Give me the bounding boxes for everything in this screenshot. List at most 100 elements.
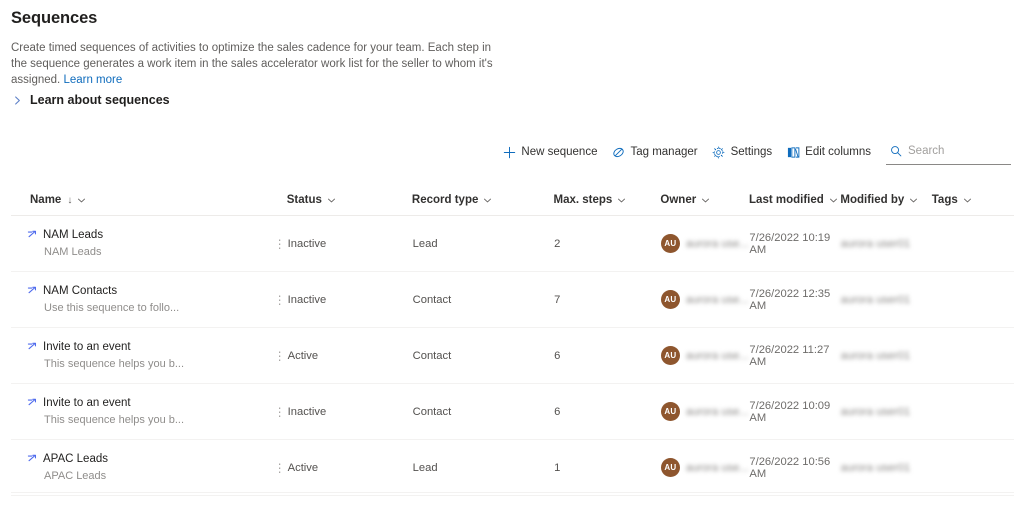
name-line: NAM Contacts (27, 285, 264, 299)
cell-tags (932, 272, 1014, 327)
cell-name[interactable]: APAC Leads APAC Leads ⋮ (11, 440, 288, 495)
chevron-right-icon (10, 93, 24, 107)
cell-record-type: Contact (413, 384, 554, 439)
table-row[interactable]: NAM Leads NAM Leads ⋮ Inactive Lead 2 AU… (11, 216, 1014, 272)
tag-icon (611, 145, 625, 159)
record-type-value: Lead (412, 237, 438, 250)
table-row[interactable]: Invite to an event This sequence helps y… (11, 384, 1014, 440)
cell-status: Active (288, 328, 413, 383)
sequences-page: Sequences Create timed sequences of acti… (0, 0, 1025, 505)
learn-more-link[interactable]: Learn more (63, 74, 122, 86)
sequence-subtitle: This sequence helps you b... (44, 414, 185, 426)
sequence-subtitle: NAM Leads (44, 246, 102, 258)
tag-manager-button[interactable]: Tag manager (604, 139, 704, 165)
name-block: NAM Leads NAM Leads (27, 229, 264, 258)
avatar: AU (660, 290, 680, 309)
cell-last-modified: 7/26/2022 10:56 AM (749, 440, 840, 495)
column-header-record-type[interactable]: Record type (412, 185, 554, 215)
chevron-down-icon (909, 196, 918, 205)
table-row[interactable]: NAM Contacts Use this sequence to follo.… (11, 272, 1014, 328)
more-vertical-icon[interactable]: ⋮ (272, 289, 288, 311)
edit-columns-button[interactable]: Edit columns (779, 139, 878, 165)
cell-tags (932, 328, 1014, 383)
sequence-icon (27, 286, 40, 299)
table-row[interactable]: Invite to an event This sequence helps y… (11, 328, 1014, 384)
cell-record-type: Contact (413, 272, 554, 327)
learn-about-sequences-label: Learn about sequences (30, 93, 170, 107)
last-modified-value: 7/26/2022 10:56 AM (749, 455, 831, 480)
settings-button[interactable]: Settings (705, 139, 780, 165)
sequence-name: APAC Leads (43, 453, 108, 465)
column-header-status[interactable]: Status (287, 185, 412, 215)
chevron-down-icon (829, 196, 838, 205)
cell-owner: AU aurora use... (660, 384, 750, 439)
cell-name[interactable]: NAM Leads NAM Leads ⋮ (11, 216, 288, 271)
tag-manager-label: Tag manager (630, 146, 698, 158)
search-box[interactable] (886, 139, 1025, 165)
owner-name: aurora use... (685, 349, 749, 362)
cell-name[interactable]: Invite to an event This sequence helps y… (11, 384, 288, 439)
grid-body: NAM Leads NAM Leads ⋮ Inactive Lead 2 AU… (11, 216, 1014, 496)
cell-owner: AU aurora use... (660, 328, 750, 383)
max-steps-value: 6 (554, 349, 561, 362)
plus-icon (502, 145, 516, 159)
chevron-down-icon (77, 196, 86, 205)
column-header-max-steps-label: Max. steps (553, 194, 613, 206)
column-header-max-steps[interactable]: Max. steps (554, 185, 661, 215)
max-steps-value: 1 (554, 461, 561, 474)
owner-name: aurora use... (685, 461, 749, 474)
cell-owner: AU aurora use... (660, 440, 750, 495)
page-title: Sequences (11, 9, 98, 27)
command-bar: New sequence Tag manager Settings Edit c… (495, 139, 1025, 165)
more-vertical-icon[interactable]: ⋮ (272, 233, 288, 255)
new-sequence-button[interactable]: New sequence (495, 139, 604, 165)
cell-tags (932, 216, 1014, 271)
cell-name[interactable]: Invite to an event This sequence helps y… (11, 328, 288, 383)
cell-owner: AU aurora use... (660, 272, 750, 327)
cell-max-steps: 6 (554, 384, 661, 439)
cell-modified-by: aurora user01 (841, 216, 932, 271)
edit-columns-label: Edit columns (805, 146, 871, 158)
cell-max-steps: 6 (554, 328, 661, 383)
cell-last-modified: 7/26/2022 10:09 AM (749, 384, 840, 439)
status-value: Inactive (287, 237, 327, 250)
more-vertical-icon[interactable]: ⋮ (272, 457, 288, 479)
modified-by-value: aurora user01 (840, 293, 911, 306)
record-type-value: Contact (412, 349, 452, 362)
max-steps-value: 7 (554, 293, 561, 306)
cell-name[interactable]: NAM Contacts Use this sequence to follo.… (11, 272, 288, 327)
grid-bottom-divider (11, 492, 1014, 493)
modified-by-value: aurora user01 (840, 405, 911, 418)
cell-modified-by: aurora user01 (841, 272, 932, 327)
learn-about-sequences-accordion[interactable]: Learn about sequences (10, 93, 170, 107)
last-modified-value: 7/26/2022 11:27 AM (749, 343, 830, 368)
settings-label: Settings (730, 146, 773, 158)
owner: AU aurora use... (660, 346, 749, 365)
column-header-tags[interactable]: Tags (932, 185, 1014, 215)
more-vertical-icon[interactable]: ⋮ (272, 345, 288, 367)
column-header-name[interactable]: Name ↓ (11, 185, 287, 215)
column-header-last-modified[interactable]: Last modified (749, 185, 840, 215)
column-header-owner[interactable]: Owner (660, 185, 749, 215)
column-header-status-label: Status (286, 194, 322, 206)
cell-owner: AU aurora use... (660, 216, 750, 271)
column-header-last-modified-label: Last modified (749, 194, 824, 206)
avatar: AU (660, 402, 680, 421)
table-row[interactable]: APAC Leads APAC Leads ⋮ Active Lead 1 AU… (11, 440, 1014, 496)
modified-by-value: aurora user01 (840, 349, 911, 362)
cell-status: Inactive (288, 216, 413, 271)
column-header-modified-by[interactable]: Modified by (840, 185, 931, 215)
more-vertical-icon[interactable]: ⋮ (272, 401, 288, 423)
owner-name: aurora use... (685, 405, 749, 418)
search-input[interactable] (908, 141, 1025, 161)
sequence-name: NAM Contacts (43, 285, 118, 297)
last-modified-value: 7/26/2022 10:19 AM (749, 231, 831, 256)
sort-ascending-icon: ↓ (67, 194, 73, 206)
cell-modified-by: aurora user01 (841, 384, 932, 439)
sequence-name: Invite to an event (43, 397, 131, 409)
owner: AU aurora use... (660, 290, 749, 309)
column-header-tags-label: Tags (931, 194, 958, 206)
owner: AU aurora use... (660, 458, 749, 477)
name-block: Invite to an event This sequence helps y… (27, 397, 264, 426)
sequences-grid: Name ↓ Status Record type Max. steps Own… (11, 185, 1014, 496)
